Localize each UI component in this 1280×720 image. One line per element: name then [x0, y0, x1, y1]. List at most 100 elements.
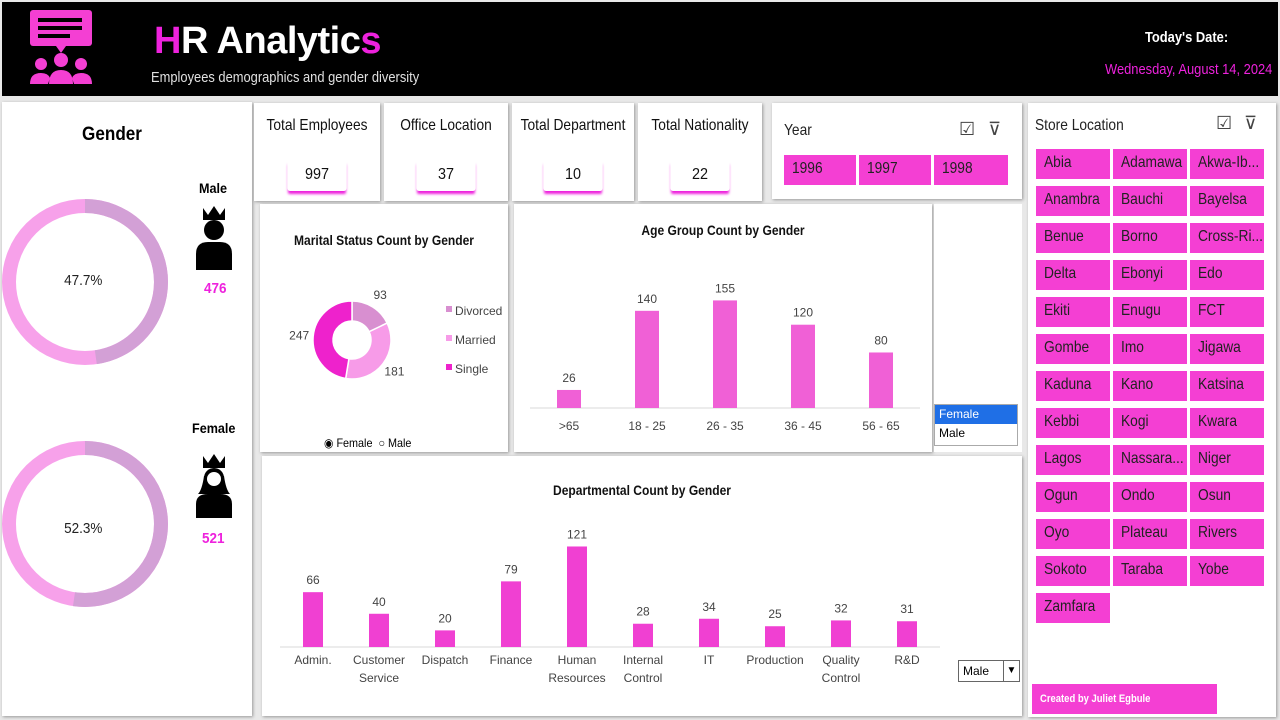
legend-swatch: [446, 306, 452, 312]
clear-filter-icon[interactable]: ⊽: [1244, 113, 1257, 134]
marital-donut-svg: 93 181 247 Divorced Married Single: [289, 288, 502, 380]
kpi-total-employees: Total Employees 997: [254, 103, 380, 201]
gender-option-female[interactable]: Female: [935, 405, 1017, 424]
store-item[interactable]: Ogun: [1036, 482, 1110, 512]
store-item[interactable]: Edo: [1190, 260, 1264, 290]
dept-gender-dropdown[interactable]: Male ▼: [958, 660, 1020, 682]
date-value: Wednesday, August 14, 2024: [1105, 61, 1273, 78]
data-label: 79: [504, 562, 518, 576]
year-slicer-title: Year: [784, 122, 812, 139]
kpi-value: 22: [670, 159, 729, 191]
store-item[interactable]: Yobe: [1190, 556, 1264, 586]
data-label: 25: [768, 607, 782, 621]
store-item[interactable]: Sokoto: [1036, 556, 1110, 586]
data-label: 247: [289, 329, 309, 343]
tick-label: Admin.: [294, 653, 331, 667]
bar: [831, 620, 851, 647]
year-item-1997[interactable]: 1997: [859, 155, 931, 185]
female-label: Female: [192, 420, 236, 436]
tick-label: Production: [746, 653, 803, 667]
female-person-icon: [196, 454, 232, 518]
tick-label: Dispatch: [422, 653, 469, 667]
store-item[interactable]: Anambra: [1036, 186, 1110, 216]
store-item[interactable]: Delta: [1036, 260, 1110, 290]
year-slicer: Year ☑ ⊽ 1996 1997 1998: [772, 103, 1022, 199]
store-item[interactable]: Lagos: [1036, 445, 1110, 475]
gender-listbox[interactable]: Female Male: [934, 404, 1018, 446]
bar: [635, 310, 659, 408]
data-label: 66: [306, 573, 320, 587]
data-label: 34: [702, 600, 716, 614]
store-item[interactable]: Gombe: [1036, 334, 1110, 364]
multi-select-icon[interactable]: ☑: [1216, 113, 1232, 134]
radio-male[interactable]: ○ Male: [378, 436, 411, 450]
store-item[interactable]: Kebbi: [1036, 408, 1110, 438]
store-item[interactable]: Borno: [1113, 223, 1187, 253]
store-item[interactable]: Abia: [1036, 149, 1110, 179]
store-item[interactable]: Bauchi: [1113, 186, 1187, 216]
store-item[interactable]: Rivers: [1190, 519, 1264, 549]
store-item[interactable]: Benue: [1036, 223, 1110, 253]
tick-label: Human: [558, 653, 597, 667]
radio-female[interactable]: ◉ Female: [324, 436, 372, 450]
legend-swatch: [446, 364, 452, 370]
kpi-title: Total Employees: [266, 117, 368, 134]
kpi-title: Total Nationality: [651, 117, 749, 134]
data-label: 121: [567, 527, 587, 541]
radio-unchecked-icon: ○: [378, 436, 385, 450]
kpi-value: 997: [287, 159, 346, 191]
store-item[interactable]: Enugu: [1113, 297, 1187, 327]
store-item[interactable]: FCT: [1190, 297, 1264, 327]
store-item[interactable]: Bayelsa: [1190, 186, 1264, 216]
store-item[interactable]: Adamawa: [1113, 149, 1187, 179]
year-item-1996[interactable]: 1996: [784, 155, 856, 185]
multi-select-icon[interactable]: ☑: [959, 119, 975, 140]
data-label: 93: [374, 288, 388, 302]
store-item[interactable]: Jigawa: [1190, 334, 1264, 364]
clear-filter-icon[interactable]: ⊽: [988, 119, 1001, 140]
gender-option-male[interactable]: Male: [935, 424, 1017, 443]
credit-label: Created by Juliet Egbule: [1032, 684, 1217, 714]
bar: [791, 324, 815, 408]
year-item-1998[interactable]: 1998: [934, 155, 1008, 185]
chevron-down-icon[interactable]: ▼: [1003, 661, 1019, 681]
kpi-office-location: Office Location 37: [384, 103, 508, 201]
store-item[interactable]: Plateau: [1113, 519, 1187, 549]
tick-label: R&D: [894, 653, 920, 667]
bar: [713, 300, 737, 408]
tick-label: Internal: [623, 653, 663, 667]
legend-label: Single: [455, 362, 489, 376]
store-item[interactable]: Ondo: [1113, 482, 1187, 512]
store-item[interactable]: Kano: [1113, 371, 1187, 401]
store-item[interactable]: Akwa-Ib...: [1190, 149, 1264, 179]
dept-bar-svg: 66 Admin. 40 Customer Service 20 Dispatch 79 Fin…: [280, 527, 940, 685]
store-item[interactable]: Nassara...: [1113, 445, 1187, 475]
store-item[interactable]: Oyo: [1036, 519, 1110, 549]
tick-label: IT: [704, 653, 715, 667]
donut-slice: [312, 300, 353, 380]
page-subtitle: Employees demographics and gender divers…: [151, 69, 420, 86]
female-count: 521: [202, 530, 225, 547]
store-item[interactable]: Niger: [1190, 445, 1264, 475]
store-item[interactable]: Kogi: [1113, 408, 1187, 438]
store-item[interactable]: Ebonyi: [1113, 260, 1187, 290]
data-label: 80: [874, 333, 888, 347]
store-item[interactable]: Imo: [1113, 334, 1187, 364]
store-item[interactable]: Zamfara: [1036, 593, 1110, 623]
store-item[interactable]: Taraba: [1113, 556, 1187, 586]
store-item[interactable]: Osun: [1190, 482, 1264, 512]
age-bar-svg: 26 >65 140 18 - 25 155 26 - 35 120 36 - 45 80 56 …: [530, 281, 920, 433]
tick-label: 56 - 65: [862, 419, 900, 433]
kpi-total-nationality: Total Nationality 22: [638, 103, 762, 201]
store-item[interactable]: Katsina: [1190, 371, 1264, 401]
data-label: 32: [834, 601, 848, 615]
departmental-chart: Departmental Count by Gender 66 Admin. 40 C…: [262, 456, 1022, 716]
male-person-icon: [196, 206, 232, 270]
date-label: Today's Date:: [1145, 29, 1229, 46]
male-percentage: 47.7%: [64, 272, 103, 289]
store-item[interactable]: Kaduna: [1036, 371, 1110, 401]
store-item[interactable]: Ekiti: [1036, 297, 1110, 327]
kpi-title: Office Location: [400, 117, 492, 134]
store-item[interactable]: Kwara: [1190, 408, 1264, 438]
store-item[interactable]: Cross-Ri...: [1190, 223, 1264, 253]
